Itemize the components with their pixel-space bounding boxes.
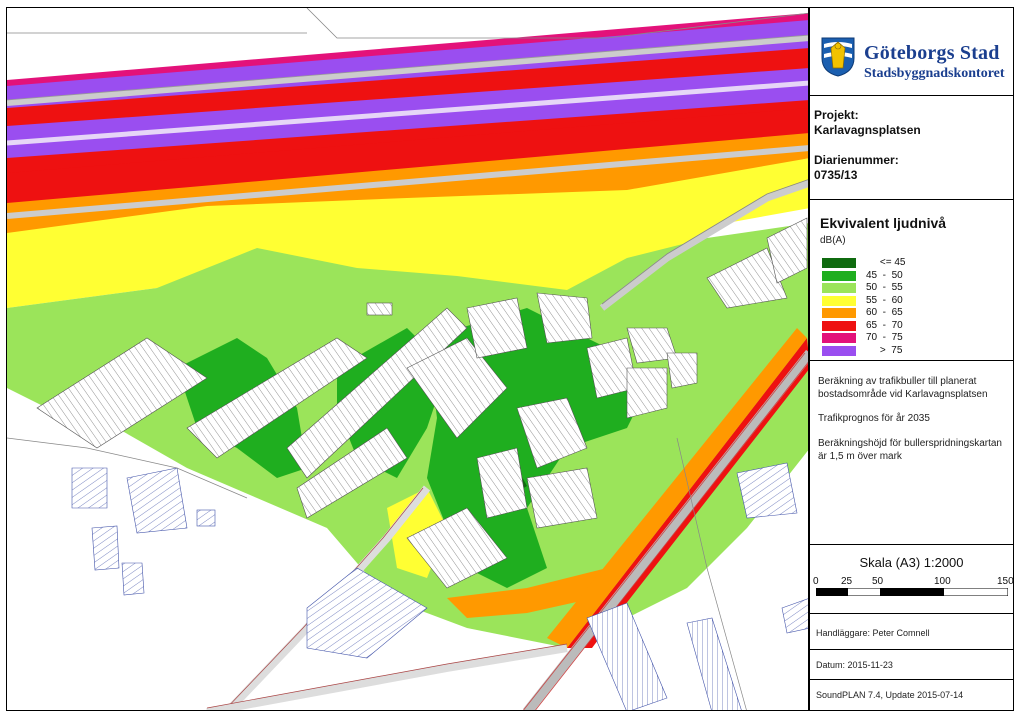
legend-range: 60 - 65: [866, 307, 903, 318]
legend-swatch: [822, 345, 856, 356]
software-section: SoundPLAN 7.4, Update 2015-07-14: [810, 680, 1013, 710]
legend-range: > 75: [866, 344, 903, 356]
legend-swatch: [822, 270, 856, 281]
building-existing-1: [71, 467, 108, 509]
legend-title: Ekvivalent ljudnivå: [820, 215, 947, 231]
legend-swatch: [822, 258, 856, 268]
department-name: Stadsbyggnadskontoret: [864, 66, 1005, 81]
scale-bar: [816, 588, 1008, 596]
description-line-1: Beräkning av trafikbuller till planerat: [818, 376, 977, 387]
description-line-2: bostadsområde vid Karlavagnsplatsen: [818, 389, 988, 400]
scale-title: Skala (A3) 1:2000: [859, 555, 964, 570]
building-planned-10: [526, 467, 598, 529]
scale-tick-0: 0: [813, 576, 819, 587]
legend-range: 55 - 60: [866, 294, 903, 306]
legend-swatch: [822, 295, 856, 306]
building-existing-5: [196, 509, 216, 527]
project-section: Projekt: Karlavagnsplatsen Diarienummer:…: [810, 96, 1013, 200]
building-existing-4: [121, 562, 145, 596]
scale-tick-50: 50: [872, 576, 884, 587]
organization-name: Göteborgs Stad: [864, 42, 1000, 64]
legend-swatch: [822, 283, 856, 293]
description-line-3: Trafikprognos för år 2035: [818, 413, 930, 424]
legend-range: <= 45: [866, 257, 906, 268]
building-planned-6: [466, 297, 528, 359]
scale-tick-100: 100: [934, 576, 951, 587]
software-text: SoundPLAN 7.4, Update 2015-07-14: [816, 690, 964, 700]
building-planned-7: [536, 292, 593, 344]
description-section: Beräkning av trafikbuller till planerat …: [810, 361, 1013, 545]
building-planned-18: [366, 302, 393, 316]
legend-unit: dB(A): [820, 235, 846, 246]
building-existing-3: [91, 525, 120, 571]
legend-swatch: [822, 320, 856, 331]
handler-section: Handläggare: Peter Comnell: [810, 614, 1013, 650]
project-value: Karlavagnsplatsen: [814, 123, 921, 137]
noise-map-canvas: [7, 8, 808, 710]
project-label: Projekt:: [814, 108, 859, 122]
legend-swatch: [822, 308, 856, 318]
scale-tick-25: 25: [841, 576, 853, 587]
date-text: Datum: 2015-11-23: [816, 660, 893, 670]
diary-value: 0735/13: [814, 168, 858, 182]
organization-header: Göteborgs Stad Stadsbyggnadskontoret: [810, 8, 1013, 96]
diary-label: Diarienummer:: [814, 153, 899, 167]
map-sheet: Göteborgs Stad Stadsbyggnadskontoret Pro…: [0, 0, 1023, 718]
title-block: Göteborgs Stad Stadsbyggnadskontoret Pro…: [809, 7, 1014, 711]
description-line-5: är 1,5 m över mark: [818, 451, 902, 462]
date-section: Datum: 2015-11-23: [810, 650, 1013, 680]
building-existing-9: [736, 462, 798, 519]
legend-range: 70 - 75: [866, 332, 903, 343]
legend-range: 50 - 55: [866, 282, 903, 293]
legend-range: 45 - 50: [866, 269, 903, 281]
building-existing-2: [126, 467, 188, 534]
legend-swatch: [822, 333, 856, 343]
handler-text: Handläggare: Peter Comnell: [816, 628, 930, 638]
goteborg-crest-icon: [821, 37, 855, 77]
building-planned-15: [666, 352, 698, 389]
description-line-4: Beräkningshöjd för bullerspridningskarta…: [818, 438, 1002, 449]
noise-map: [6, 7, 809, 711]
legend-range: 65 - 70: [866, 319, 903, 331]
scale-tick-150: 150: [997, 576, 1014, 587]
